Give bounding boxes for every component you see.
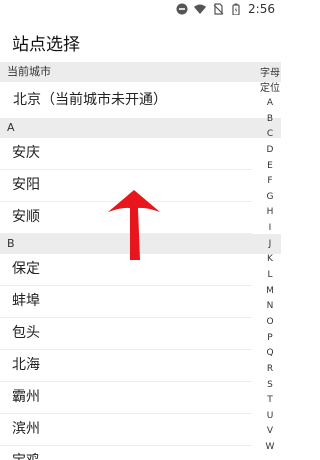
index-letter-t[interactable]: T xyxy=(259,393,281,409)
current-city-header: 当前城市 xyxy=(0,62,281,82)
index-letter-r[interactable]: R xyxy=(259,362,281,378)
city-row[interactable]: 北海 xyxy=(0,350,252,382)
index-letter-b[interactable]: B xyxy=(259,112,281,128)
index-letter-w[interactable]: W xyxy=(259,440,281,456)
index-letter-m[interactable]: M xyxy=(259,284,281,300)
index-letter-k[interactable]: K xyxy=(259,252,281,268)
index-letter-j[interactable]: J xyxy=(259,237,281,253)
index-letter-i[interactable]: I xyxy=(259,221,281,237)
do-not-disturb-icon xyxy=(176,3,188,15)
scroll-up-arrow-icon xyxy=(108,190,160,260)
index-letter-g[interactable]: G xyxy=(259,190,281,206)
city-row[interactable]: 安庆 xyxy=(0,138,252,170)
no-sim-icon xyxy=(213,3,224,15)
index-locate[interactable]: 定位 xyxy=(259,81,281,96)
current-city-row[interactable]: 北京（当前城市未开通） xyxy=(0,82,281,118)
city-row[interactable]: 包头 xyxy=(0,318,252,350)
index-letter-p[interactable]: P xyxy=(259,331,281,347)
index-letter-n[interactable]: N xyxy=(259,299,281,315)
index-letter-c[interactable]: C xyxy=(259,127,281,143)
index-letter-q[interactable]: Q xyxy=(259,346,281,362)
city-row[interactable]: 滨州 xyxy=(0,414,252,446)
city-row[interactable]: 宝鸡 xyxy=(0,446,252,460)
index-letter-f[interactable]: F xyxy=(259,174,281,190)
index-title: 字母 xyxy=(260,68,280,79)
index-letter-l[interactable]: L xyxy=(259,268,281,284)
status-icons: 2:56 xyxy=(176,2,275,16)
city-row[interactable]: 蚌埠 xyxy=(0,286,252,318)
status-bar: 2:56 xyxy=(0,0,281,20)
index-letter-a[interactable]: A xyxy=(259,96,281,112)
battery-icon xyxy=(232,3,240,15)
wifi-icon xyxy=(194,4,207,14)
index-letter-e[interactable]: E xyxy=(259,159,281,175)
index-letter-d[interactable]: D xyxy=(259,143,281,159)
city-row[interactable]: 霸州 xyxy=(0,382,252,414)
city-list[interactable]: 当前城市 北京（当前城市未开通） A 安庆 安阳 安顺 B 保定 蚌埠 包头 北… xyxy=(0,62,281,460)
status-time: 2:56 xyxy=(248,2,275,16)
index-letter-s[interactable]: S xyxy=(259,378,281,394)
index-letter-h[interactable]: H xyxy=(259,205,281,221)
index-letter-v[interactable]: V xyxy=(259,424,281,440)
index-letters[interactable]: ABCDEFGHIJKLMNOPQRSTUVW xyxy=(259,96,281,456)
section-header-a: A xyxy=(0,118,281,138)
index-letter-u[interactable]: U xyxy=(259,409,281,425)
alphabet-index-bar[interactable]: 字母 定位 ABCDEFGHIJKLMNOPQRSTUVW xyxy=(259,66,281,456)
index-letter-o[interactable]: O xyxy=(259,315,281,331)
app-header: 站点选择 xyxy=(0,20,281,62)
page-title: 站点选择 xyxy=(12,35,80,55)
